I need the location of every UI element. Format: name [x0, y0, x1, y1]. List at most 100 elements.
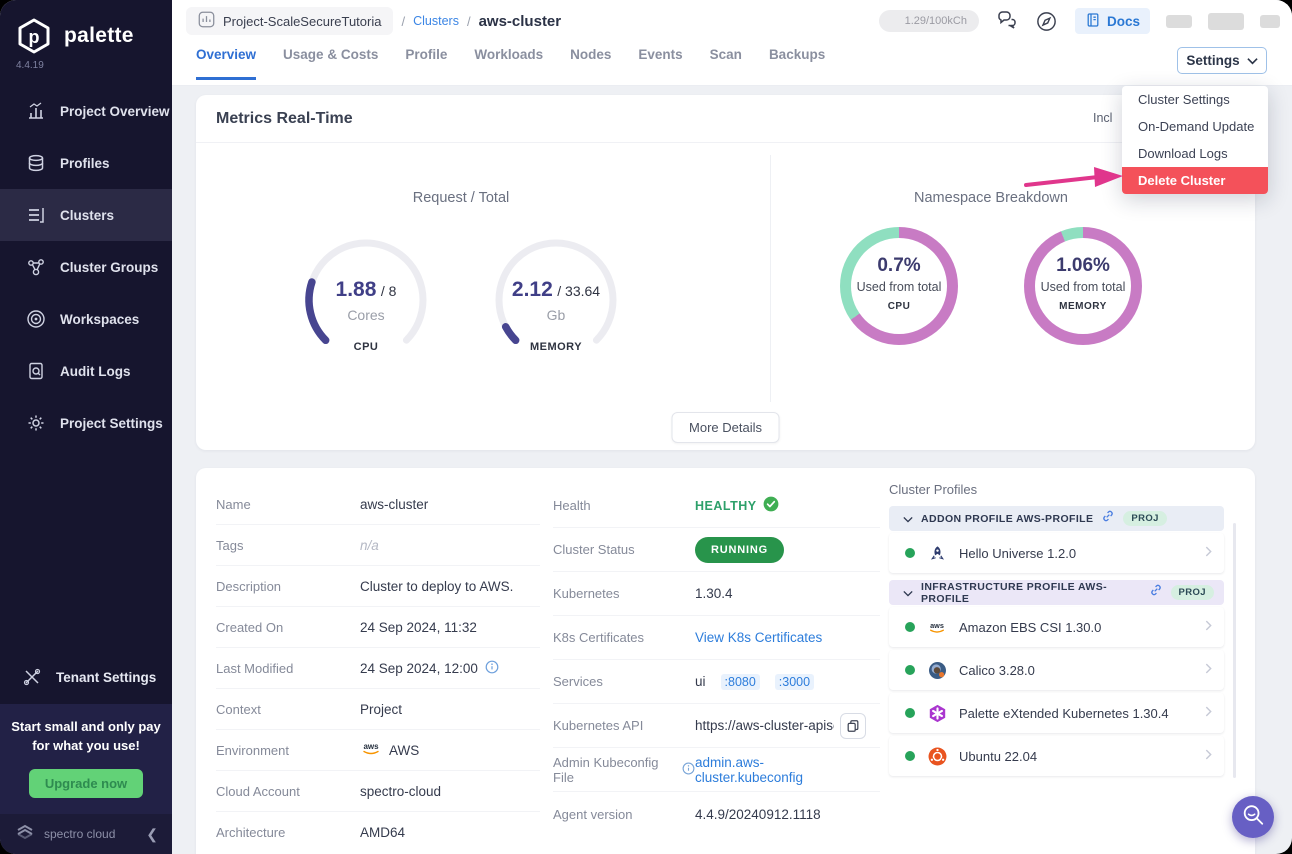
- detail-row-agent-version: Agent version 4.4.9/20240912.1118: [553, 792, 880, 836]
- tab-usage-costs[interactable]: Usage & Costs: [283, 47, 378, 80]
- view-k8s-certificates-link[interactable]: View K8s Certificates: [695, 630, 822, 645]
- status-dot: [905, 548, 915, 558]
- info-icon[interactable]: [682, 762, 695, 778]
- topbar-actions: 1.29/100kCh Docs: [879, 8, 1280, 34]
- docs-button[interactable]: Docs: [1075, 8, 1150, 34]
- detail-row-last-modified: Last Modified 24 Sep 2024, 12:00: [216, 648, 540, 689]
- settings-menu: Cluster Settings On-Demand Update Downlo…: [1122, 86, 1268, 194]
- list-icon: [26, 205, 46, 225]
- chevron-right-icon: [1205, 704, 1212, 722]
- sidebar-item-project-overview[interactable]: Project Overview: [0, 85, 172, 137]
- brand-logo: p palette: [0, 0, 172, 58]
- details-middle-column: Health HEALTHY Cluster Status RUNNING Ku…: [540, 468, 880, 854]
- menu-item-delete-cluster[interactable]: Delete Cluster: [1122, 167, 1268, 194]
- breadcrumb-current-cluster: aws-cluster: [479, 13, 562, 30]
- collapse-sidebar-icon[interactable]: ❮: [146, 826, 158, 843]
- book-icon: [1085, 12, 1101, 31]
- memory-gauge-value: 2.12 / 33.64: [491, 278, 621, 302]
- cpu-gauge-label: CPU: [301, 341, 431, 353]
- profile-layer-palette-extended-kubernetes[interactable]: Palette eXtended Kubernetes 1.30.4: [889, 693, 1224, 733]
- tab-backups[interactable]: Backups: [769, 47, 825, 80]
- info-icon[interactable]: [485, 660, 499, 677]
- app-version: 4.4.19: [0, 58, 172, 85]
- link-icon[interactable]: [1149, 583, 1163, 602]
- settings-button[interactable]: Settings: [1177, 47, 1267, 74]
- mini-chart-icon: [198, 11, 215, 31]
- kubeconfig-download-link[interactable]: admin.aws-cluster.kubeconfig: [695, 755, 866, 785]
- profile-layer-calico[interactable]: Calico 3.28.0: [889, 650, 1224, 690]
- help-search-fab[interactable]: [1232, 796, 1274, 838]
- avatar[interactable]: [1260, 15, 1280, 28]
- tab-workloads[interactable]: Workloads: [474, 47, 543, 80]
- profiles-scrollbar[interactable]: [1233, 523, 1236, 778]
- chat-icon[interactable]: [995, 9, 1019, 33]
- addon-profile-header[interactable]: ADDON PROFILE AWS-PROFILE PROJ: [889, 506, 1224, 531]
- detail-row-services: Services ui :8080 :3000: [553, 660, 880, 704]
- tools-icon: [22, 667, 42, 687]
- service-port-link[interactable]: :8080: [721, 674, 760, 690]
- profile-layer-hello-universe[interactable]: Hello Universe 1.2.0: [889, 533, 1224, 573]
- tab-scan[interactable]: Scan: [710, 47, 742, 80]
- status-dot: [905, 708, 915, 718]
- cpu-gauge-value: 1.88 / 8: [301, 278, 431, 302]
- infrastructure-profile-header[interactable]: INFRASTRUCTURE PROFILE AWS-PROFILE PROJ: [889, 580, 1224, 605]
- sidebar-item-audit-logs[interactable]: Audit Logs: [0, 345, 172, 397]
- target-icon: [26, 309, 46, 329]
- upgrade-now-button[interactable]: Upgrade now: [29, 769, 143, 798]
- doc-search-icon: [26, 361, 46, 381]
- pxk-icon: [927, 703, 947, 723]
- detail-row-environment: Environment aws AWS: [216, 730, 540, 771]
- copy-button[interactable]: [840, 713, 866, 739]
- health-status: HEALTHY: [695, 499, 757, 513]
- status-dot: [905, 751, 915, 761]
- chevron-down-icon: [1247, 53, 1258, 68]
- compass-icon[interactable]: [1035, 9, 1059, 33]
- more-details-button[interactable]: More Details: [671, 412, 780, 443]
- breadcrumb-separator: /: [401, 14, 405, 29]
- details-left-column: Name aws-cluster Tags n/a Description Cl…: [196, 468, 540, 854]
- sidebar-item-label: Project Settings: [60, 416, 163, 431]
- metrics-header: Metrics Real-Time Incl: [196, 95, 1255, 143]
- sidebar-item-clusters[interactable]: Clusters: [0, 189, 172, 241]
- sidebar-item-tenant-settings[interactable]: Tenant Settings: [0, 654, 172, 700]
- usage-credits-pill: 1.29/100kCh: [879, 10, 979, 32]
- tab-profile[interactable]: Profile: [405, 47, 447, 80]
- namespace-memory-text: 1.06% Used from total MEMORY: [1024, 255, 1142, 312]
- status-dot: [905, 665, 915, 675]
- cpu-gauge: 1.88 / 8 Cores CPU: [301, 235, 431, 365]
- detail-row-cloud-account: Cloud Account spectro-cloud: [216, 771, 540, 812]
- tab-overview[interactable]: Overview: [196, 47, 256, 80]
- project-selector[interactable]: Project-ScaleSecureTutoria: [186, 7, 393, 35]
- tab-events[interactable]: Events: [638, 47, 682, 80]
- sidebar-spacer: [0, 449, 172, 654]
- profile-layer-amazon-ebs-csi[interactable]: aws Amazon EBS CSI 1.30.0: [889, 607, 1224, 647]
- breadcrumb-clusters-link[interactable]: Clusters: [413, 14, 459, 28]
- memory-gauge-unit: Gb: [491, 307, 621, 323]
- detail-row-description: Description Cluster to deploy to AWS.: [216, 566, 540, 607]
- sidebar-item-workspaces[interactable]: Workspaces: [0, 293, 172, 345]
- namespace-cpu-donut: 0.7% Used from total CPU: [840, 227, 958, 345]
- scope-badge: PROJ: [1171, 585, 1214, 600]
- tab-nodes[interactable]: Nodes: [570, 47, 611, 80]
- detail-row-architecture: Architecture AMD64: [216, 812, 540, 853]
- sidebar: p palette 4.4.19 Project Overview Profil…: [0, 0, 172, 854]
- sidebar-item-cluster-groups[interactable]: Cluster Groups: [0, 241, 172, 293]
- chevron-right-icon: [1205, 618, 1212, 636]
- memory-gauge: 2.12 / 33.64 Gb MEMORY: [491, 235, 621, 365]
- sidebar-item-label: Project Overview: [60, 104, 170, 119]
- palette-logo-icon: p: [14, 16, 54, 56]
- brand-name: palette: [64, 24, 134, 48]
- breadcrumb: Project-ScaleSecureTutoria / Clusters / …: [186, 6, 1280, 36]
- service-port-link[interactable]: :3000: [775, 674, 814, 690]
- link-icon[interactable]: [1101, 509, 1115, 528]
- menu-item-on-demand-update[interactable]: On-Demand Update: [1122, 113, 1268, 140]
- sidebar-item-profiles[interactable]: Profiles: [0, 137, 172, 189]
- settings-button-label: Settings: [1186, 53, 1239, 68]
- menu-item-download-logs[interactable]: Download Logs: [1122, 140, 1268, 167]
- menu-item-cluster-settings[interactable]: Cluster Settings: [1122, 86, 1268, 113]
- sidebar-item-project-settings[interactable]: Project Settings: [0, 397, 172, 449]
- detail-row-tags: Tags n/a: [216, 525, 540, 566]
- profile-layer-ubuntu[interactable]: Ubuntu 22.04: [889, 736, 1224, 776]
- detail-row-k8s-certificates: K8s Certificates View K8s Certificates: [553, 616, 880, 660]
- spectro-cloud-logo-icon: [14, 822, 36, 847]
